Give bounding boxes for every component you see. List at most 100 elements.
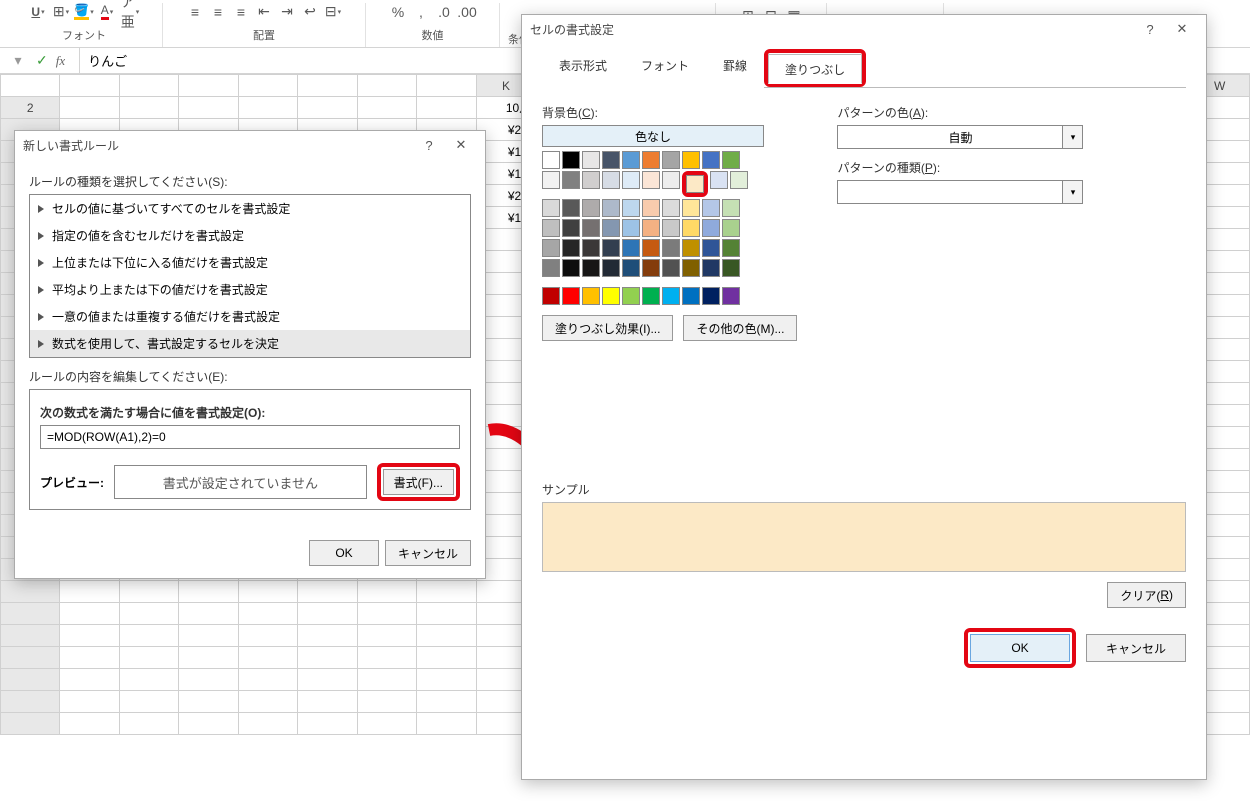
tab-fill[interactable]: 塗りつぶし [768,54,862,84]
color-swatch[interactable] [622,219,640,237]
color-swatch[interactable] [642,259,660,277]
color-swatch[interactable] [642,219,660,237]
color-swatch[interactable] [682,287,700,305]
inc-dec-icon[interactable]: .0 [434,2,454,22]
close-icon[interactable]: ✕ [445,131,477,159]
font-color-icon[interactable]: A▾ [97,2,117,22]
color-swatch[interactable] [602,171,620,189]
color-swatch[interactable] [542,219,560,237]
color-swatch[interactable] [622,259,640,277]
color-swatch[interactable] [682,259,700,277]
color-swatch[interactable] [562,239,580,257]
rule-item[interactable]: 上位または下位に入る値だけを書式設定 [30,249,470,276]
align-center-icon[interactable]: ≡ [208,2,228,22]
color-swatch[interactable] [622,239,640,257]
color-swatch[interactable] [602,287,620,305]
color-swatch[interactable] [582,171,600,189]
color-swatch[interactable] [642,171,660,189]
rule-item[interactable]: 平均より上または下の値だけを書式設定 [30,276,470,303]
indent-dec-icon[interactable]: ⇤ [254,2,274,22]
rule-item[interactable]: 一意の値または重複する値だけを書式設定 [30,303,470,330]
color-swatch[interactable] [702,199,720,217]
color-swatch[interactable] [702,287,720,305]
pattern-color-dropdown[interactable]: 自動▾ [837,125,1083,149]
ok-button[interactable]: OK [970,634,1070,662]
color-swatch[interactable] [542,171,560,189]
tab-number[interactable]: 表示形式 [542,50,624,88]
color-swatch[interactable] [722,287,740,305]
rule-item[interactable]: セルの値に基づいてすべてのセルを書式設定 [30,195,470,222]
fx-icon[interactable]: fx [56,53,65,69]
color-swatch[interactable] [582,259,600,277]
color-swatch[interactable] [730,171,748,189]
color-swatch[interactable] [642,199,660,217]
help-icon[interactable]: ? [1134,15,1166,43]
color-swatch[interactable] [682,151,700,169]
color-swatch[interactable] [602,239,620,257]
color-swatch[interactable] [710,171,728,189]
fill-color-icon[interactable]: 🪣▾ [74,2,94,22]
color-swatch[interactable] [662,151,680,169]
color-swatch[interactable] [602,219,620,237]
color-swatch[interactable] [722,239,740,257]
rule-type-list[interactable]: セルの値に基づいてすべてのセルを書式設定 指定の値を含むセルだけを書式設定 上位… [29,194,471,358]
color-swatch[interactable] [642,151,660,169]
color-swatch[interactable] [662,171,680,189]
dec-dec-icon[interactable]: .00 [457,2,477,22]
color-swatch[interactable] [662,259,680,277]
tab-border[interactable]: 罫線 [706,50,764,88]
color-swatch[interactable] [682,239,700,257]
color-swatch[interactable] [686,175,704,193]
color-swatch[interactable] [542,151,560,169]
border-icon[interactable]: ⊞▾ [51,2,71,22]
color-swatch[interactable] [582,239,600,257]
color-swatch[interactable] [662,287,680,305]
rule-item-selected[interactable]: 数式を使用して、書式設定するセルを決定 [30,330,470,357]
color-swatch[interactable] [562,171,580,189]
color-swatch[interactable] [702,259,720,277]
cancel-button[interactable]: キャンセル [385,540,471,566]
align-left-icon[interactable]: ≡ [185,2,205,22]
color-swatch[interactable] [582,287,600,305]
color-swatch[interactable] [542,287,560,305]
help-icon[interactable]: ? [413,131,445,159]
color-swatch[interactable] [722,259,740,277]
color-swatch[interactable] [542,239,560,257]
color-swatch[interactable] [542,259,560,277]
color-swatch[interactable] [562,219,580,237]
cancel-icon[interactable]: ▾ [8,51,28,71]
rule-item[interactable]: 指定の値を含むセルだけを書式設定 [30,222,470,249]
color-swatch[interactable] [622,199,640,217]
color-swatch[interactable] [602,151,620,169]
color-swatch[interactable] [562,287,580,305]
pattern-type-dropdown[interactable]: ▾ [837,180,1083,204]
color-swatch[interactable] [682,219,700,237]
color-swatch[interactable] [582,151,600,169]
color-swatch[interactable] [702,219,720,237]
formula-input[interactable] [40,425,460,449]
phonetic-icon[interactable]: ア亜▾ [120,2,140,22]
color-swatch[interactable] [562,151,580,169]
cancel-button[interactable]: キャンセル [1086,634,1186,662]
confirm-icon[interactable]: ✓ [36,52,48,69]
clear-button[interactable]: クリア(R) [1107,582,1186,608]
color-swatch[interactable] [542,199,560,217]
ok-button[interactable]: OK [309,540,379,566]
no-color-button[interactable]: 色なし [542,125,764,147]
more-colors-button[interactable]: その他の色(M)... [683,315,797,341]
color-swatch[interactable] [602,259,620,277]
color-swatch[interactable] [722,219,740,237]
color-swatch[interactable] [662,239,680,257]
color-swatch[interactable] [642,239,660,257]
format-button[interactable]: 書式(F)... [383,469,454,495]
color-swatch[interactable] [682,199,700,217]
percent-icon[interactable]: % [388,2,408,22]
color-swatch[interactable] [582,199,600,217]
comma-icon[interactable]: , [411,2,431,22]
color-swatch[interactable] [642,287,660,305]
color-swatch[interactable] [622,151,640,169]
color-swatch[interactable] [702,151,720,169]
color-swatch[interactable] [722,151,740,169]
color-swatch[interactable] [562,259,580,277]
color-swatch[interactable] [662,219,680,237]
